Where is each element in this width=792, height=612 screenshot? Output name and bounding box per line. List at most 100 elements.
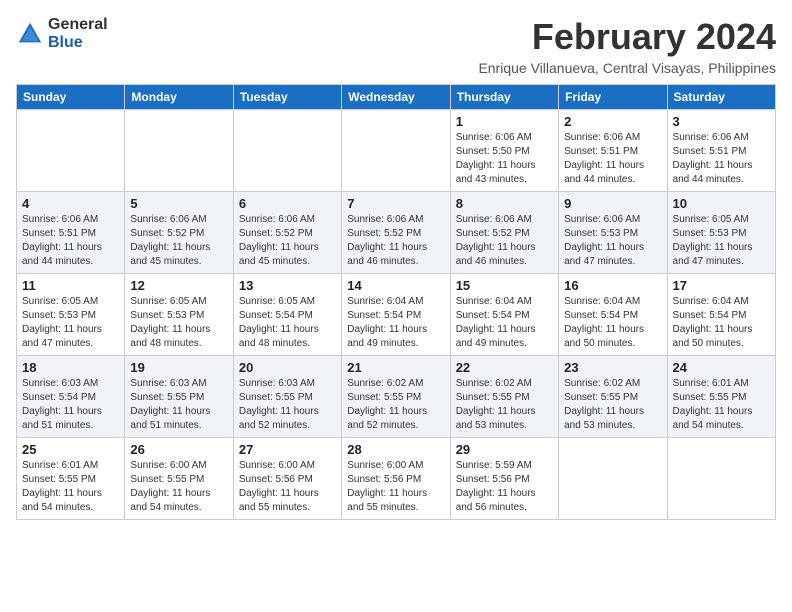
day-number: 28: [347, 442, 444, 457]
day-info: Sunrise: 6:02 AM Sunset: 5:55 PM Dayligh…: [456, 377, 553, 433]
calendar-week-3: 11 Sunrise: 6:05 AM Sunset: 5:53 PM Dayli…: [17, 274, 776, 356]
calendar-cell: 24 Sunrise: 6:01 AM Sunset: 5:55 PM Dayli…: [667, 356, 775, 438]
day-info: Sunrise: 6:03 AM Sunset: 5:55 PM Dayligh…: [239, 377, 336, 433]
weekday-header-row: SundayMondayTuesdayWednesdayThursdayFrid…: [17, 85, 776, 110]
calendar-cell: 13Sunrise: 6:05 AM Sunset: 5:54 PM Dayli…: [233, 274, 341, 356]
day-info: Sunrise: 6:06 AM Sunset: 5:52 PM Dayligh…: [239, 213, 336, 269]
day-number: 2: [564, 114, 661, 129]
calendar-cell: 12 Sunrise: 6:05 AM Sunset: 5:53 PM Dayli…: [125, 274, 233, 356]
calendar-cell: 2 Sunrise: 6:06 AM Sunset: 5:51 PM Daylig…: [559, 110, 667, 192]
calendar-cell: 6 Sunrise: 6:06 AM Sunset: 5:52 PM Daylig…: [233, 192, 341, 274]
day-number: 22: [456, 360, 553, 375]
calendar-cell: 5Sunrise: 6:06 AM Sunset: 5:52 PM Daylig…: [125, 192, 233, 274]
day-info: Sunrise: 6:03 AM Sunset: 5:54 PM Dayligh…: [22, 377, 119, 433]
month-year-title: February 2024: [478, 16, 776, 58]
day-info: Sunrise: 6:05 AM Sunset: 5:53 PM Dayligh…: [130, 295, 227, 351]
day-number: 12: [130, 278, 227, 293]
calendar-cell: 22 Sunrise: 6:02 AM Sunset: 5:55 PM Dayli…: [450, 356, 558, 438]
day-number: 1: [456, 114, 553, 129]
day-number: 10: [673, 196, 770, 211]
calendar-cell: 10Sunrise: 6:05 AM Sunset: 5:53 PM Dayli…: [667, 192, 775, 274]
header: General Blue February 2024 Enrique Villa…: [16, 16, 776, 76]
day-info: Sunrise: 6:06 AM Sunset: 5:52 PM Dayligh…: [347, 213, 444, 269]
day-info: Sunrise: 6:04 AM Sunset: 5:54 PM Dayligh…: [456, 295, 553, 351]
weekday-header-tuesday: Tuesday: [233, 85, 341, 110]
day-number: 27: [239, 442, 336, 457]
calendar-cell: 20 Sunrise: 6:03 AM Sunset: 5:55 PM Dayli…: [233, 356, 341, 438]
location-subtitle: Enrique Villanueva, Central Visayas, Phi…: [478, 60, 776, 76]
day-number: 7: [347, 196, 444, 211]
calendar-cell: 15 Sunrise: 6:04 AM Sunset: 5:54 PM Dayli…: [450, 274, 558, 356]
day-info: Sunrise: 6:06 AM Sunset: 5:53 PM Dayligh…: [564, 213, 661, 269]
day-number: 13: [239, 278, 336, 293]
day-number: 18: [22, 360, 119, 375]
day-number: 4: [22, 196, 119, 211]
calendar-cell: 26Sunrise: 6:00 AM Sunset: 5:55 PM Dayli…: [125, 438, 233, 520]
day-info: Sunrise: 6:00 AM Sunset: 5:55 PM Dayligh…: [130, 459, 227, 515]
day-number: 6: [239, 196, 336, 211]
weekday-header-monday: Monday: [125, 85, 233, 110]
calendar-cell: 25Sunrise: 6:01 AM Sunset: 5:55 PM Dayli…: [17, 438, 125, 520]
day-number: 15: [456, 278, 553, 293]
calendar-cell: [667, 438, 775, 520]
day-info: Sunrise: 6:04 AM Sunset: 5:54 PM Dayligh…: [673, 295, 770, 351]
day-number: 29: [456, 442, 553, 457]
calendar-week-2: 4 Sunrise: 6:06 AM Sunset: 5:51 PM Daylig…: [17, 192, 776, 274]
weekday-header-wednesday: Wednesday: [342, 85, 450, 110]
day-number: 24: [673, 360, 770, 375]
calendar-cell: 7 Sunrise: 6:06 AM Sunset: 5:52 PM Daylig…: [342, 192, 450, 274]
calendar-cell: 21 Sunrise: 6:02 AM Sunset: 5:55 PM Dayli…: [342, 356, 450, 438]
day-info: Sunrise: 6:01 AM Sunset: 5:55 PM Dayligh…: [673, 377, 770, 433]
calendar-cell: 18 Sunrise: 6:03 AM Sunset: 5:54 PM Dayli…: [17, 356, 125, 438]
logo-icon: [16, 20, 44, 48]
calendar-week-5: 25Sunrise: 6:01 AM Sunset: 5:55 PM Dayli…: [17, 438, 776, 520]
day-info: Sunrise: 6:06 AM Sunset: 5:52 PM Dayligh…: [456, 213, 553, 269]
day-number: 23: [564, 360, 661, 375]
calendar-cell: 16 Sunrise: 6:04 AM Sunset: 5:54 PM Dayli…: [559, 274, 667, 356]
calendar-cell: 9 Sunrise: 6:06 AM Sunset: 5:53 PM Daylig…: [559, 192, 667, 274]
day-info: Sunrise: 6:02 AM Sunset: 5:55 PM Dayligh…: [564, 377, 661, 433]
calendar-cell: 11 Sunrise: 6:05 AM Sunset: 5:53 PM Dayli…: [17, 274, 125, 356]
day-number: 8: [456, 196, 553, 211]
calendar-table: SundayMondayTuesdayWednesdayThursdayFrid…: [16, 84, 776, 520]
day-info: Sunrise: 6:06 AM Sunset: 5:51 PM Dayligh…: [22, 213, 119, 269]
day-number: 5: [130, 196, 227, 211]
day-info: Sunrise: 6:00 AM Sunset: 5:56 PM Dayligh…: [347, 459, 444, 515]
day-info: Sunrise: 6:06 AM Sunset: 5:51 PM Dayligh…: [673, 131, 770, 187]
calendar-cell: 14Sunrise: 6:04 AM Sunset: 5:54 PM Dayli…: [342, 274, 450, 356]
day-info: Sunrise: 6:03 AM Sunset: 5:55 PM Dayligh…: [130, 377, 227, 433]
day-info: Sunrise: 6:05 AM Sunset: 5:53 PM Dayligh…: [22, 295, 119, 351]
day-number: 11: [22, 278, 119, 293]
calendar-cell: [233, 110, 341, 192]
calendar-week-1: 1 Sunrise: 6:06 AM Sunset: 5:50 PM Daylig…: [17, 110, 776, 192]
calendar-cell: 3Sunrise: 6:06 AM Sunset: 5:51 PM Daylig…: [667, 110, 775, 192]
day-info: Sunrise: 6:04 AM Sunset: 5:54 PM Dayligh…: [564, 295, 661, 351]
calendar-cell: 27Sunrise: 6:00 AM Sunset: 5:56 PM Dayli…: [233, 438, 341, 520]
weekday-header-sunday: Sunday: [17, 85, 125, 110]
day-number: 21: [347, 360, 444, 375]
day-info: Sunrise: 6:06 AM Sunset: 5:51 PM Dayligh…: [564, 131, 661, 187]
calendar-cell: 17 Sunrise: 6:04 AM Sunset: 5:54 PM Dayli…: [667, 274, 775, 356]
weekday-header-thursday: Thursday: [450, 85, 558, 110]
calendar-cell: 23 Sunrise: 6:02 AM Sunset: 5:55 PM Dayli…: [559, 356, 667, 438]
day-number: 9: [564, 196, 661, 211]
calendar-cell: 28 Sunrise: 6:00 AM Sunset: 5:56 PM Dayli…: [342, 438, 450, 520]
day-number: 20: [239, 360, 336, 375]
day-info: Sunrise: 6:06 AM Sunset: 5:50 PM Dayligh…: [456, 131, 553, 187]
weekday-header-friday: Friday: [559, 85, 667, 110]
day-info: Sunrise: 6:02 AM Sunset: 5:55 PM Dayligh…: [347, 377, 444, 433]
day-number: 17: [673, 278, 770, 293]
day-number: 16: [564, 278, 661, 293]
calendar-cell: [125, 110, 233, 192]
calendar-cell: 1 Sunrise: 6:06 AM Sunset: 5:50 PM Daylig…: [450, 110, 558, 192]
calendar-cell: [342, 110, 450, 192]
day-number: 14: [347, 278, 444, 293]
weekday-header-saturday: Saturday: [667, 85, 775, 110]
calendar-week-4: 18 Sunrise: 6:03 AM Sunset: 5:54 PM Dayli…: [17, 356, 776, 438]
calendar-cell: 4 Sunrise: 6:06 AM Sunset: 5:51 PM Daylig…: [17, 192, 125, 274]
logo-general: General: [48, 16, 108, 34]
logo: General Blue: [16, 16, 108, 51]
calendar-cell: 29 Sunrise: 5:59 AM Sunset: 5:56 PM Dayli…: [450, 438, 558, 520]
day-info: Sunrise: 5:59 AM Sunset: 5:56 PM Dayligh…: [456, 459, 553, 515]
logo-text: General Blue: [48, 16, 108, 51]
